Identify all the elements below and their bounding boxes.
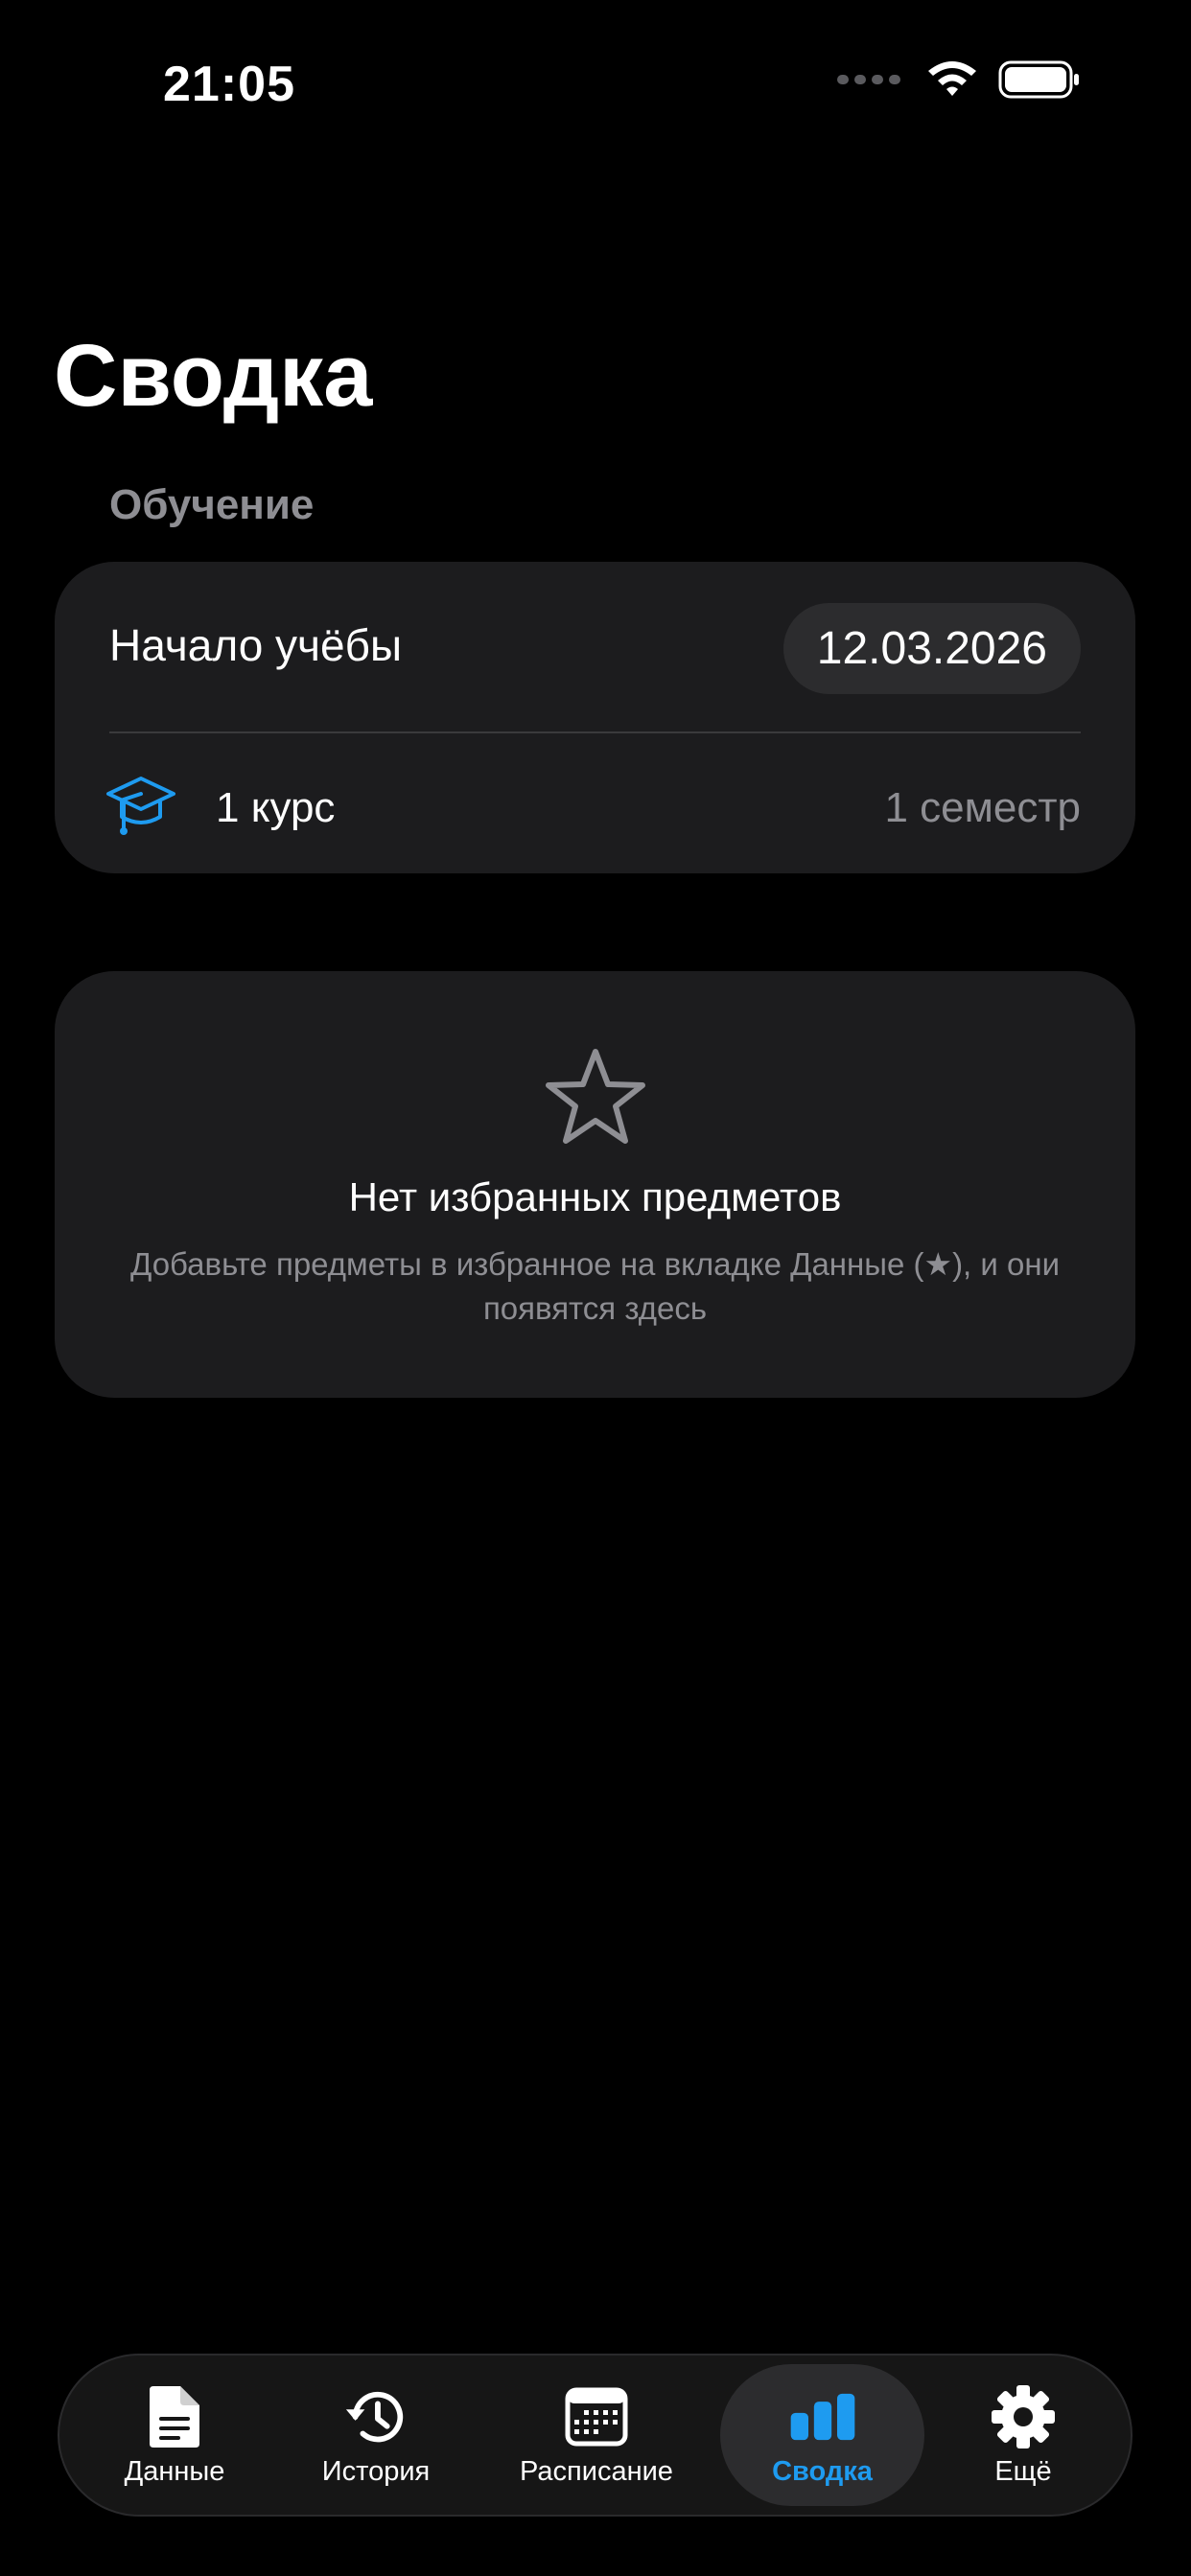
tab-schedule[interactable]: Расписание xyxy=(510,2356,683,2515)
favorites-empty-description: Добавьте предметы в избранное на вкладке… xyxy=(129,1246,1061,1326)
section-header-study: Обучение xyxy=(109,481,315,528)
tab-data-label: Данные xyxy=(124,2455,225,2487)
tab-more-label: Ещё xyxy=(994,2455,1052,2487)
cellular-signal-icon xyxy=(837,75,900,84)
tab-more[interactable]: Ещё xyxy=(956,2356,1090,2515)
graduation-cap-icon xyxy=(106,777,175,835)
wifi-icon xyxy=(928,61,976,96)
tab-summary-label: Сводка xyxy=(772,2455,873,2487)
tab-schedule-label: Расписание xyxy=(520,2455,673,2487)
start-date-picker[interactable]: 12.03.2026 xyxy=(782,603,1081,694)
tab-history-label: История xyxy=(321,2455,431,2487)
bar-chart-icon xyxy=(789,2383,856,2450)
document-icon xyxy=(141,2383,208,2450)
favorites-empty-title: Нет избранных предметов xyxy=(348,1174,842,1219)
star-icon xyxy=(545,1049,645,1144)
page-title: Сводка xyxy=(54,327,373,425)
start-date-label: Начало учёбы xyxy=(109,620,403,670)
course-label: 1 курс xyxy=(216,784,336,831)
divider xyxy=(109,731,1081,733)
gear-icon xyxy=(990,2383,1057,2450)
status-indicators xyxy=(837,59,1081,100)
favorites-empty-card: Нет избранных предметов Добавьте предмет… xyxy=(55,971,1135,1398)
battery-icon xyxy=(998,60,1079,99)
study-card: Начало учёбы 12.03.2026 1 курс 1 семестр xyxy=(55,562,1135,873)
tab-summary[interactable]: Сводка xyxy=(720,2356,924,2515)
tab-bar: Данные История Расписание Сводка Ещё xyxy=(58,2354,1133,2517)
semester-label: 1 семестр xyxy=(884,784,1081,831)
tab-data[interactable]: Данные xyxy=(107,2356,242,2515)
tab-history[interactable]: История xyxy=(299,2356,453,2515)
calendar-icon xyxy=(563,2383,630,2450)
status-time: 21:05 xyxy=(163,57,295,112)
history-icon xyxy=(342,2383,409,2450)
